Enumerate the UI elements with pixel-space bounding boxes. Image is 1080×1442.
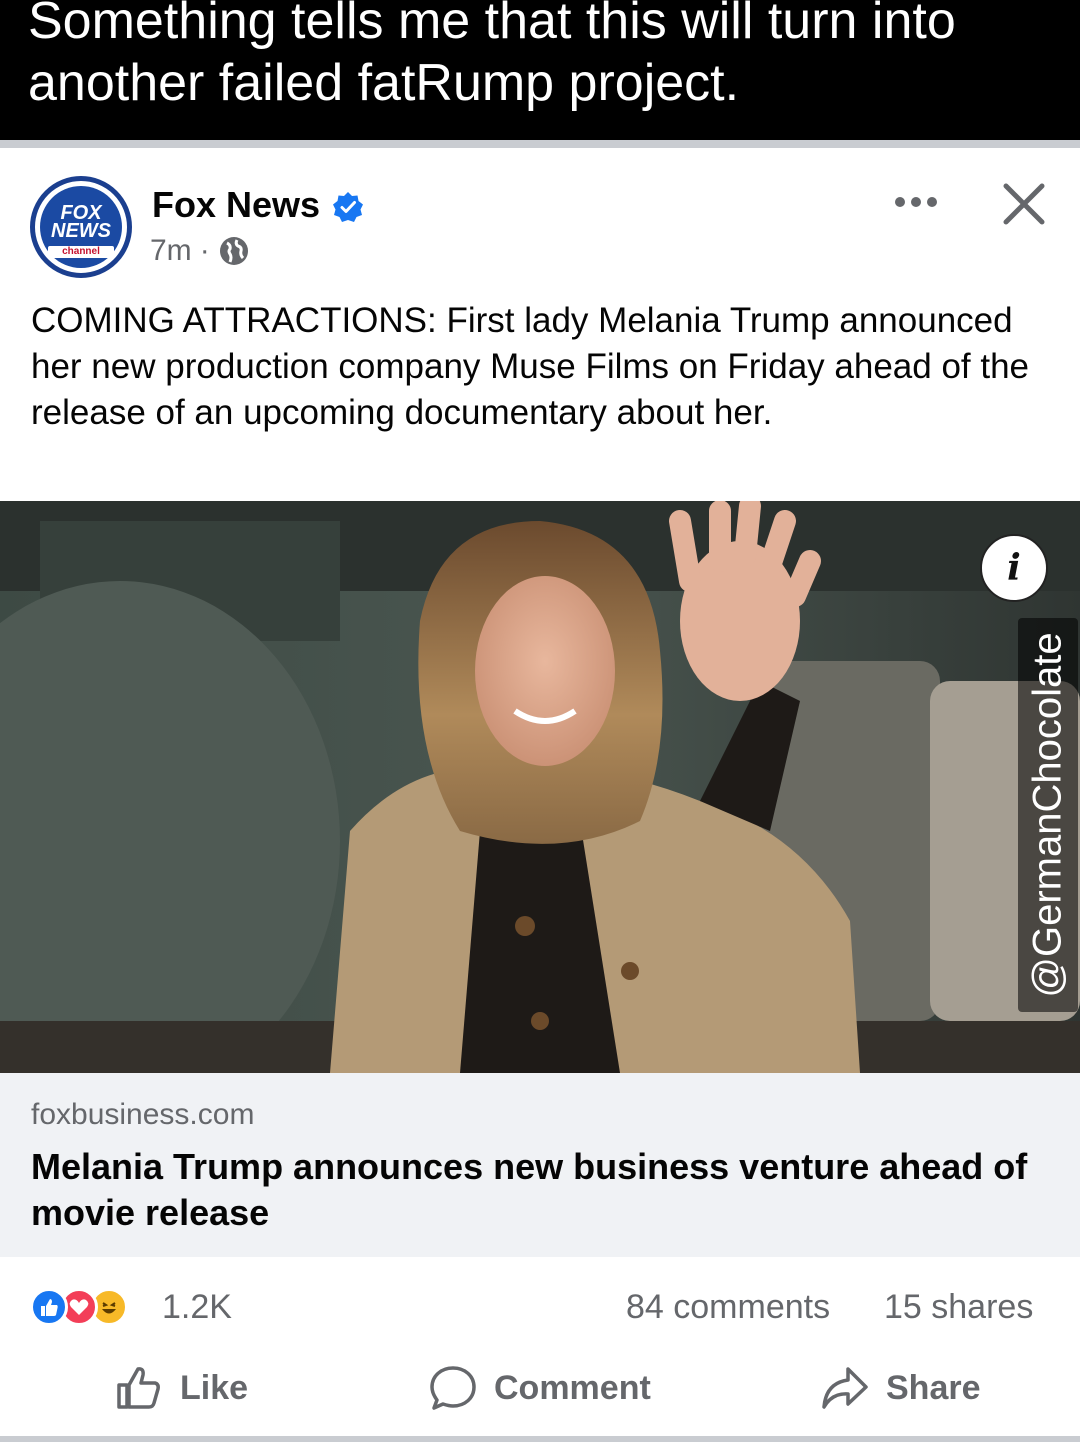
like-button[interactable]: Like [114,1360,248,1416]
watermark-text: @GermanChocolate [1025,632,1070,998]
caption-bar: Something tells me that this will turn i… [0,0,1080,140]
globe-icon [219,237,248,265]
close-icon[interactable] [996,176,1052,232]
info-button[interactable]: i [980,534,1048,602]
fox-news-logo: FOX NEWS channel [40,186,122,268]
share-button[interactable]: Share [820,1360,981,1416]
reaction-icons[interactable] [30,1284,130,1330]
like-reaction-icon [30,1288,68,1326]
photo-illustration [0,501,1080,1073]
reaction-count[interactable]: 1.2K [162,1288,232,1327]
more-icon [895,197,937,207]
shares-count[interactable]: 15 shares [884,1288,1033,1327]
comment-label: Comment [494,1368,651,1407]
verified-badge-icon [333,192,363,222]
share-label: Share [886,1368,981,1407]
watermark: @GermanChocolate [1018,618,1078,1012]
post-time[interactable]: 7m [150,234,192,268]
bottom-divider [0,1436,1080,1442]
like-icon [117,1367,160,1409]
comment-icon [430,1366,476,1410]
logo-text-channel: channel [48,246,114,258]
post-meta: 7m · [150,234,250,268]
share-icon [822,1367,868,1409]
post-image[interactable] [0,501,1080,1073]
caption-text: Something tells me that this will turn i… [28,0,956,112]
comment-button[interactable]: Comment [428,1360,651,1416]
page-avatar[interactable]: FOX NEWS channel [30,176,132,278]
page-name[interactable]: Fox News [152,184,320,226]
meta-dot: · [199,234,210,267]
like-label: Like [180,1368,249,1407]
divider [0,140,1080,148]
info-icon: i [1007,547,1021,589]
link-domain[interactable]: foxbusiness.com [31,1098,254,1132]
comments-count[interactable]: 84 comments [626,1288,830,1327]
post-text: COMING ATTRACTIONS: First lady Melania T… [31,301,1030,432]
link-title[interactable]: Melania Trump announces new business ven… [31,1144,1041,1236]
logo-text-news: NEWS [51,220,111,242]
more-options-button[interactable] [888,180,944,224]
